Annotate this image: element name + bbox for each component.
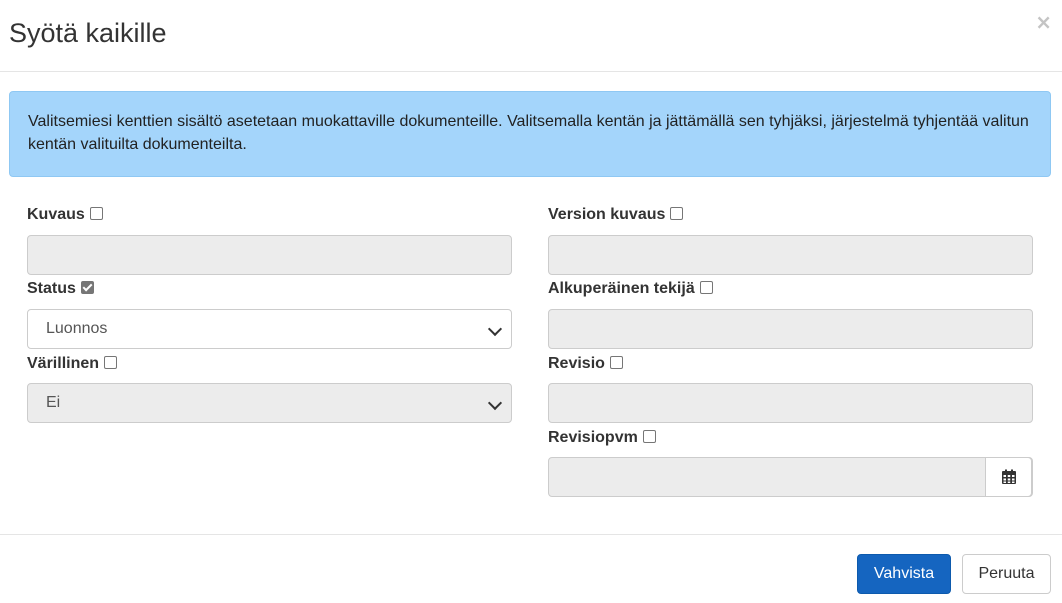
alkuperainen-tekija-label: Alkuperäinen tekijä [548, 279, 713, 299]
modal-header: Syötä kaikille × [0, 0, 1062, 72]
varillinen-checkbox[interactable] [104, 355, 118, 369]
version-kuvaus-label-text: Version kuvaus [548, 206, 666, 223]
modal-dialog: Syötä kaikille × Valitsemiesi kenttien s… [0, 0, 1062, 603]
alkuperainen-tekija-label-text: Alkuperäinen tekijä [548, 280, 695, 297]
version-kuvaus-checkbox[interactable] [670, 206, 684, 220]
revisiopvm-checkbox[interactable] [642, 429, 656, 443]
calendar-button[interactable] [985, 457, 1032, 497]
revisio-label: Revisio [548, 354, 623, 374]
varillinen-label-text: Värillinen [27, 355, 100, 372]
info-alert: Valitsemiesi kenttien sisältö asetetaan … [9, 91, 1051, 177]
status-checkbox[interactable] [80, 280, 94, 294]
status-label-text: Status [27, 280, 76, 297]
alkuperainen-tekija-checkbox[interactable] [699, 280, 713, 294]
kuvaus-checkbox[interactable] [89, 206, 103, 220]
revisio-label-text: Revisio [548, 355, 605, 372]
status-select[interactable]: Luonnos [27, 309, 512, 349]
version-kuvaus-label: Version kuvaus [548, 205, 684, 225]
status-label: Status [27, 279, 94, 299]
varillinen-select-value: Ei [46, 394, 61, 411]
revisiopvm-label: Revisiopvm [548, 428, 656, 448]
kuvaus-label: Kuvaus [27, 205, 103, 225]
chevron-down-icon [487, 395, 503, 411]
cancel-button[interactable]: Peruuta [962, 554, 1051, 594]
calendar-icon [1001, 469, 1016, 484]
modal-footer: Vahvista Peruuta [0, 534, 1062, 603]
revisiopvm-input[interactable] [548, 457, 1033, 497]
kuvaus-label-text: Kuvaus [27, 206, 85, 223]
close-button[interactable]: × [1035, 12, 1052, 32]
revisiopvm-label-text: Revisiopvm [548, 429, 638, 446]
version-kuvaus-input[interactable] [548, 235, 1033, 275]
revisio-checkbox[interactable] [609, 355, 623, 369]
varillinen-select[interactable]: Ei [27, 383, 512, 423]
chevron-down-icon [487, 321, 503, 337]
revisio-input[interactable] [548, 383, 1033, 423]
confirm-button[interactable]: Vahvista [857, 554, 951, 594]
alkuperainen-tekija-input[interactable] [548, 309, 1033, 349]
status-select-value: Luonnos [46, 320, 108, 337]
varillinen-label: Värillinen [27, 354, 118, 374]
modal-title: Syötä kaikille [9, 18, 167, 48]
kuvaus-input[interactable] [27, 235, 512, 275]
